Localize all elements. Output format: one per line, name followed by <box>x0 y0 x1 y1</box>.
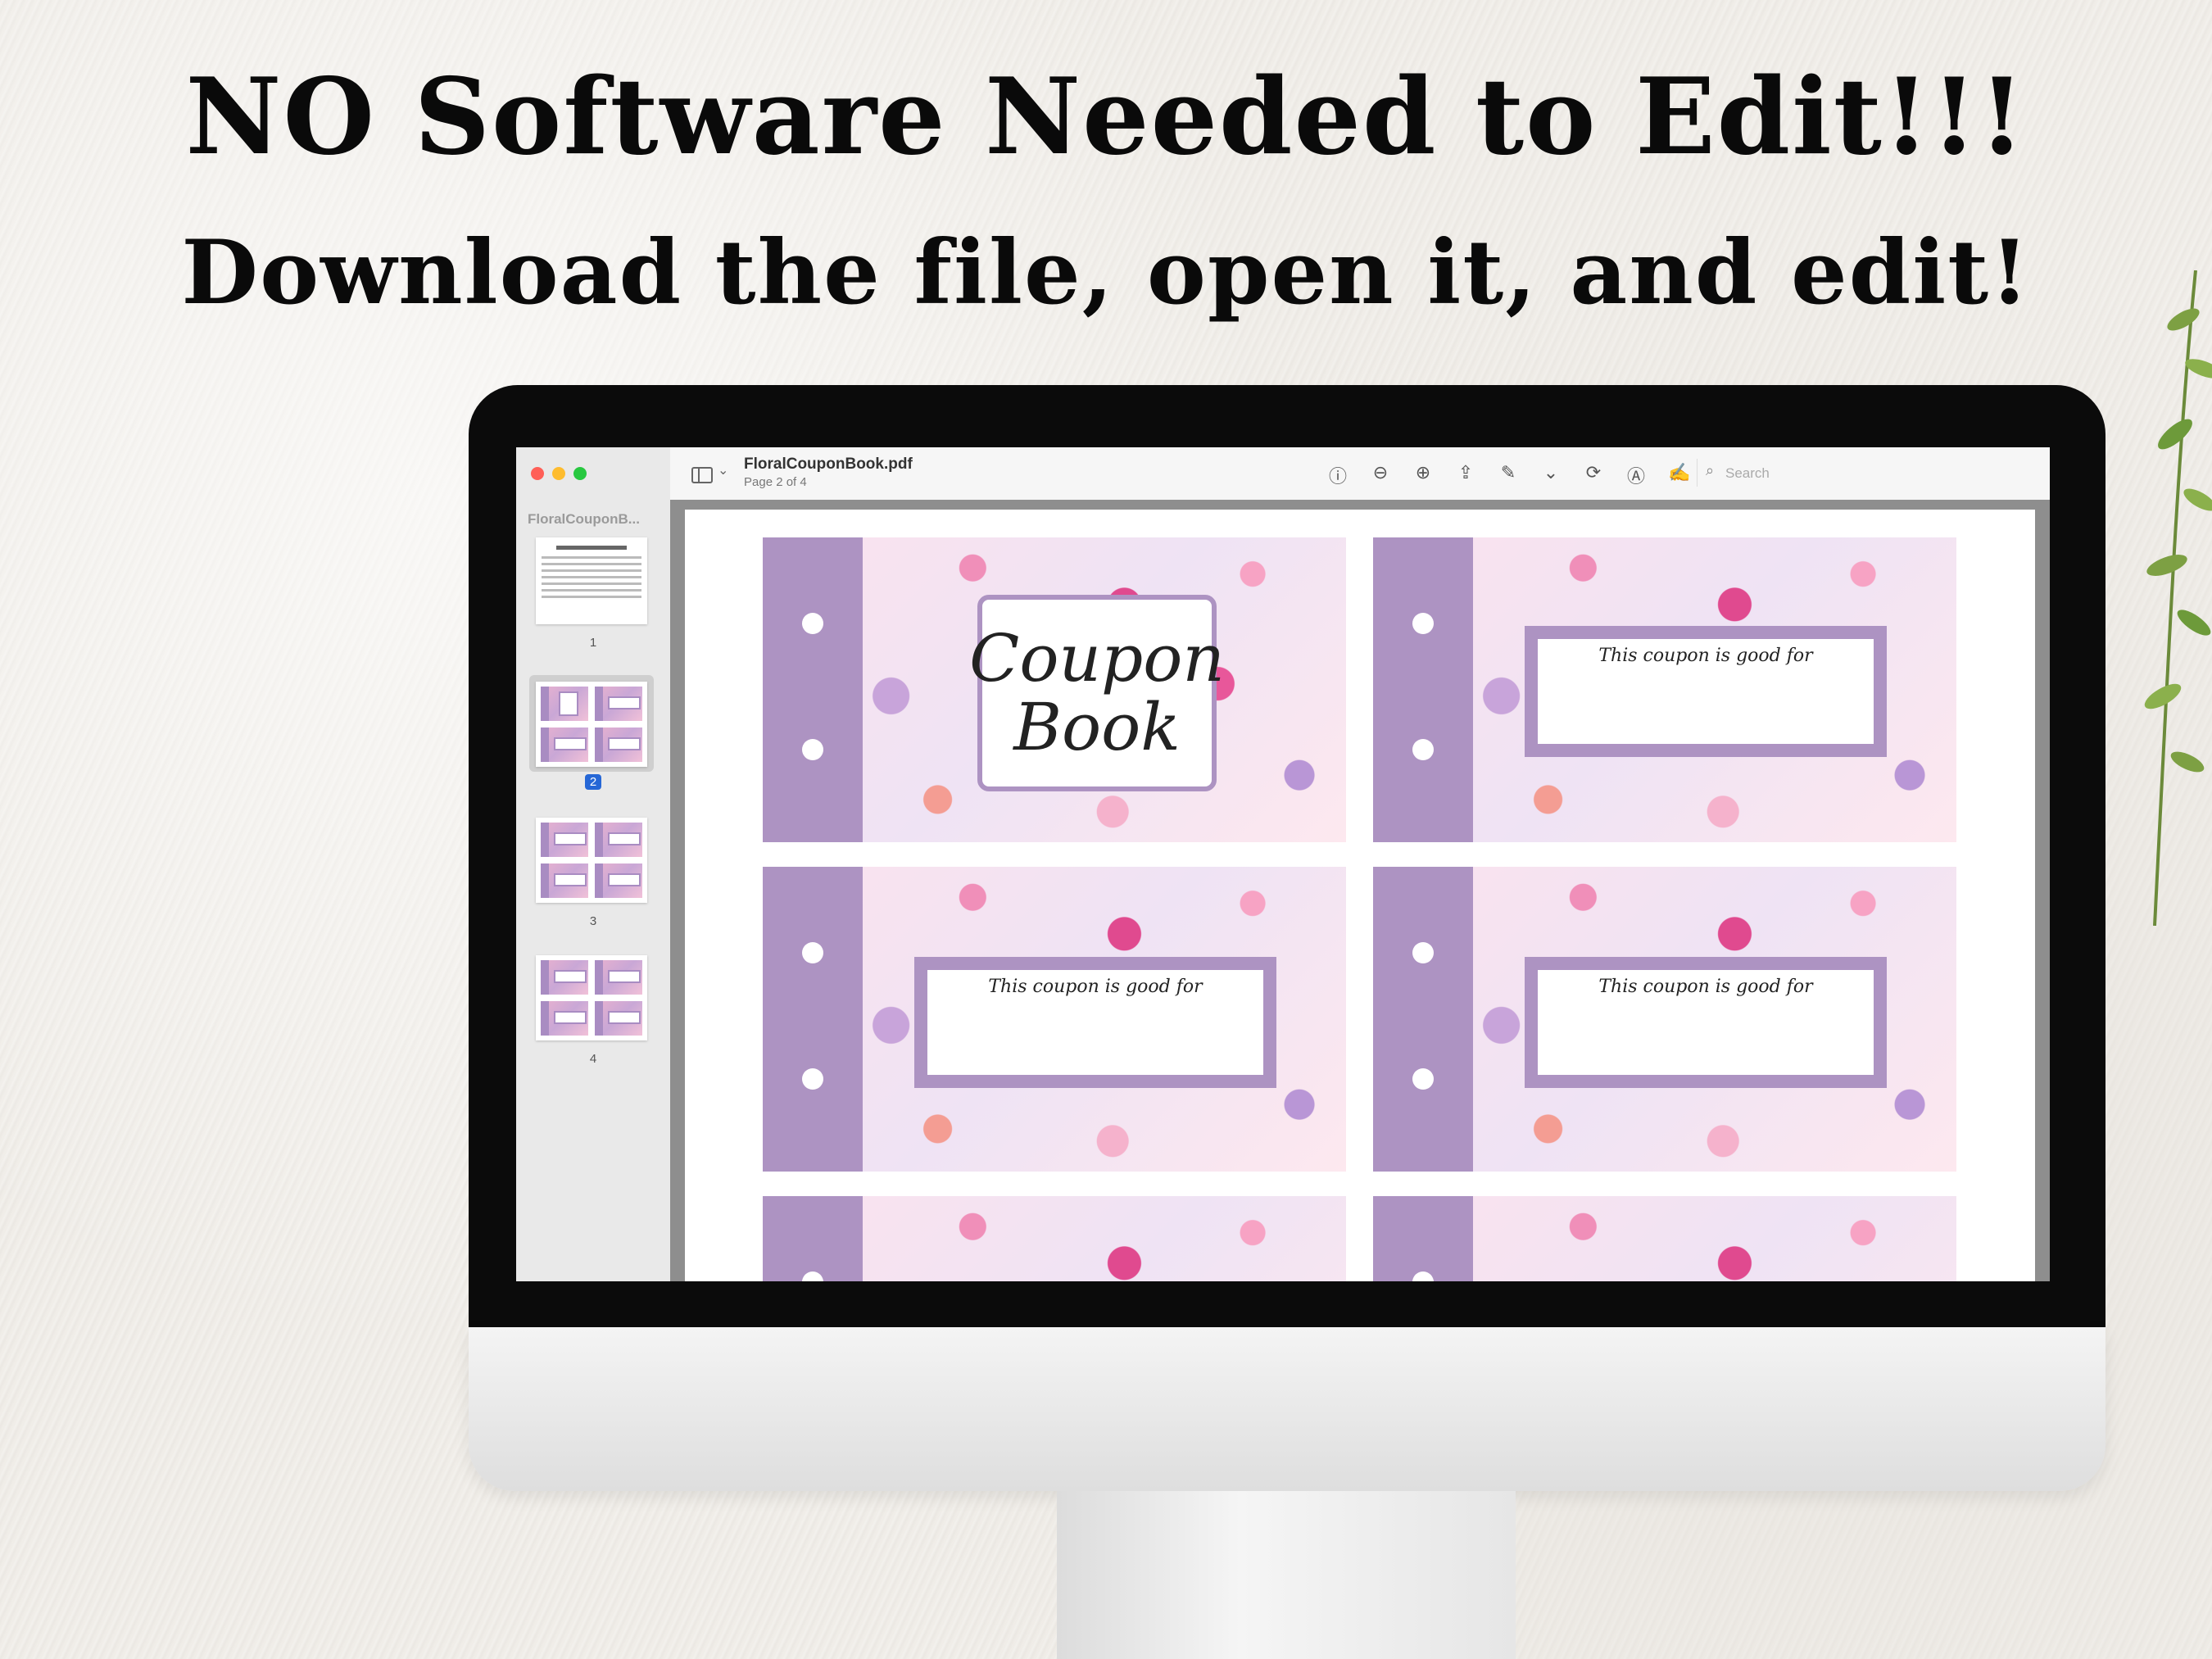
pdf-page: Coupon Book This coupon is good for This… <box>685 510 2035 1281</box>
coupon-text: This coupon is good for <box>1598 646 1813 666</box>
search-placeholder: Search <box>1725 465 1770 481</box>
coupon-card: This coupon is good for <box>1373 867 1956 1172</box>
punch-hole <box>1412 1068 1434 1090</box>
coupon-text-box[interactable]: This coupon is good for <box>1525 626 1887 757</box>
coupon-strip <box>1373 1196 1473 1281</box>
info-icon[interactable]: ⓘ <box>1327 462 1349 488</box>
coupon-card <box>1373 1196 1956 1281</box>
page-indicator: Page 2 of 4 <box>744 475 807 489</box>
sidebar-toggle-icon[interactable] <box>691 467 713 483</box>
thumbnail-label-4: 4 <box>589 1052 597 1066</box>
page-thumbnail-1[interactable] <box>536 537 647 624</box>
thumbnail-sidebar: FloralCouponB... 1 2 3 4 <box>516 447 671 1281</box>
pdf-viewer-window: FloralCouponB... 1 2 3 4 ⌄ FloralCouponB… <box>516 447 2050 1281</box>
sidebar-document-title: FloralCouponB... <box>528 511 640 527</box>
coupon-text: This coupon is good for <box>1598 977 1813 997</box>
search-input[interactable]: ⌕ Search <box>1697 459 2050 487</box>
coupon-text-box[interactable]: This coupon is good for <box>914 957 1276 1088</box>
close-button[interactable] <box>531 467 544 480</box>
cover-coupon: Coupon Book <box>763 537 1346 842</box>
toolbar-icons: ⓘ ⊖ ⊕ ⇪ ✎ ⌄ ⟳ Ⓐ ✍ <box>1327 462 1690 488</box>
coupon-strip <box>1373 867 1473 1172</box>
chevron-down-icon[interactable]: ⌄ <box>718 462 728 478</box>
search-icon: ⌕ <box>1706 462 1715 478</box>
cover-title-box: Coupon Book <box>969 595 1225 791</box>
punch-hole <box>802 739 823 760</box>
chevron-down-icon[interactable]: ⌄ <box>1540 462 1562 488</box>
coupon-card: This coupon is good for <box>763 867 1346 1172</box>
viewer-toolbar: ⌄ FloralCouponBook.pdf Page 2 of 4 ⓘ ⊖ ⊕… <box>670 447 2050 501</box>
coupon-card <box>763 1196 1346 1281</box>
page-thumbnail-3[interactable] <box>536 818 647 903</box>
thumbnail-label-1: 1 <box>589 636 597 650</box>
coupon-strip <box>763 867 863 1172</box>
monitor-stand <box>1057 1491 1516 1659</box>
punch-hole <box>802 942 823 963</box>
punch-hole <box>1412 739 1434 760</box>
markup-pen-icon[interactable]: ✎ <box>1498 462 1519 488</box>
zoom-in-icon[interactable]: ⊕ <box>1412 462 1434 488</box>
thumbnail-label-2: 2 <box>516 774 670 790</box>
coupon-strip <box>1373 537 1473 842</box>
rotate-icon[interactable]: ⟳ <box>1583 462 1604 488</box>
zoom-button[interactable] <box>573 467 587 480</box>
share-icon[interactable]: ⇪ <box>1455 462 1476 488</box>
page-thumbnail-2[interactable] <box>536 682 647 767</box>
coupon-card: This coupon is good for <box>1373 537 1956 842</box>
coupon-strip <box>763 1196 863 1281</box>
headline-subtitle: Download the file, open it, and edit! <box>181 221 2031 324</box>
minimize-button[interactable] <box>552 467 565 480</box>
thumbnail-label-3: 3 <box>589 914 597 928</box>
document-scroll-area[interactable]: Coupon Book This coupon is good for This… <box>670 500 2050 1281</box>
page-thumbnail-4[interactable] <box>536 955 647 1040</box>
document-filename: FloralCouponBook.pdf <box>744 456 913 473</box>
coupon-text-box[interactable]: This coupon is good for <box>1525 957 1887 1088</box>
coupon-text: This coupon is good for <box>988 977 1203 997</box>
annotate-icon[interactable]: Ⓐ <box>1625 462 1647 488</box>
punch-hole <box>1412 613 1434 634</box>
plant-decoration <box>2144 270 2212 926</box>
cover-title-line1: Coupon <box>969 620 1225 696</box>
headline-title: NO Software Needed to Edit!!! <box>185 56 2027 179</box>
punch-hole <box>1412 942 1434 963</box>
coupon-strip <box>763 537 863 842</box>
monitor-chin <box>469 1327 2105 1491</box>
punch-hole <box>802 613 823 634</box>
punch-hole <box>802 1068 823 1090</box>
cover-title-line2: Book <box>1013 689 1181 765</box>
sign-icon[interactable]: ✍ <box>1668 462 1690 488</box>
zoom-out-icon[interactable]: ⊖ <box>1370 462 1391 488</box>
window-controls <box>531 467 587 480</box>
